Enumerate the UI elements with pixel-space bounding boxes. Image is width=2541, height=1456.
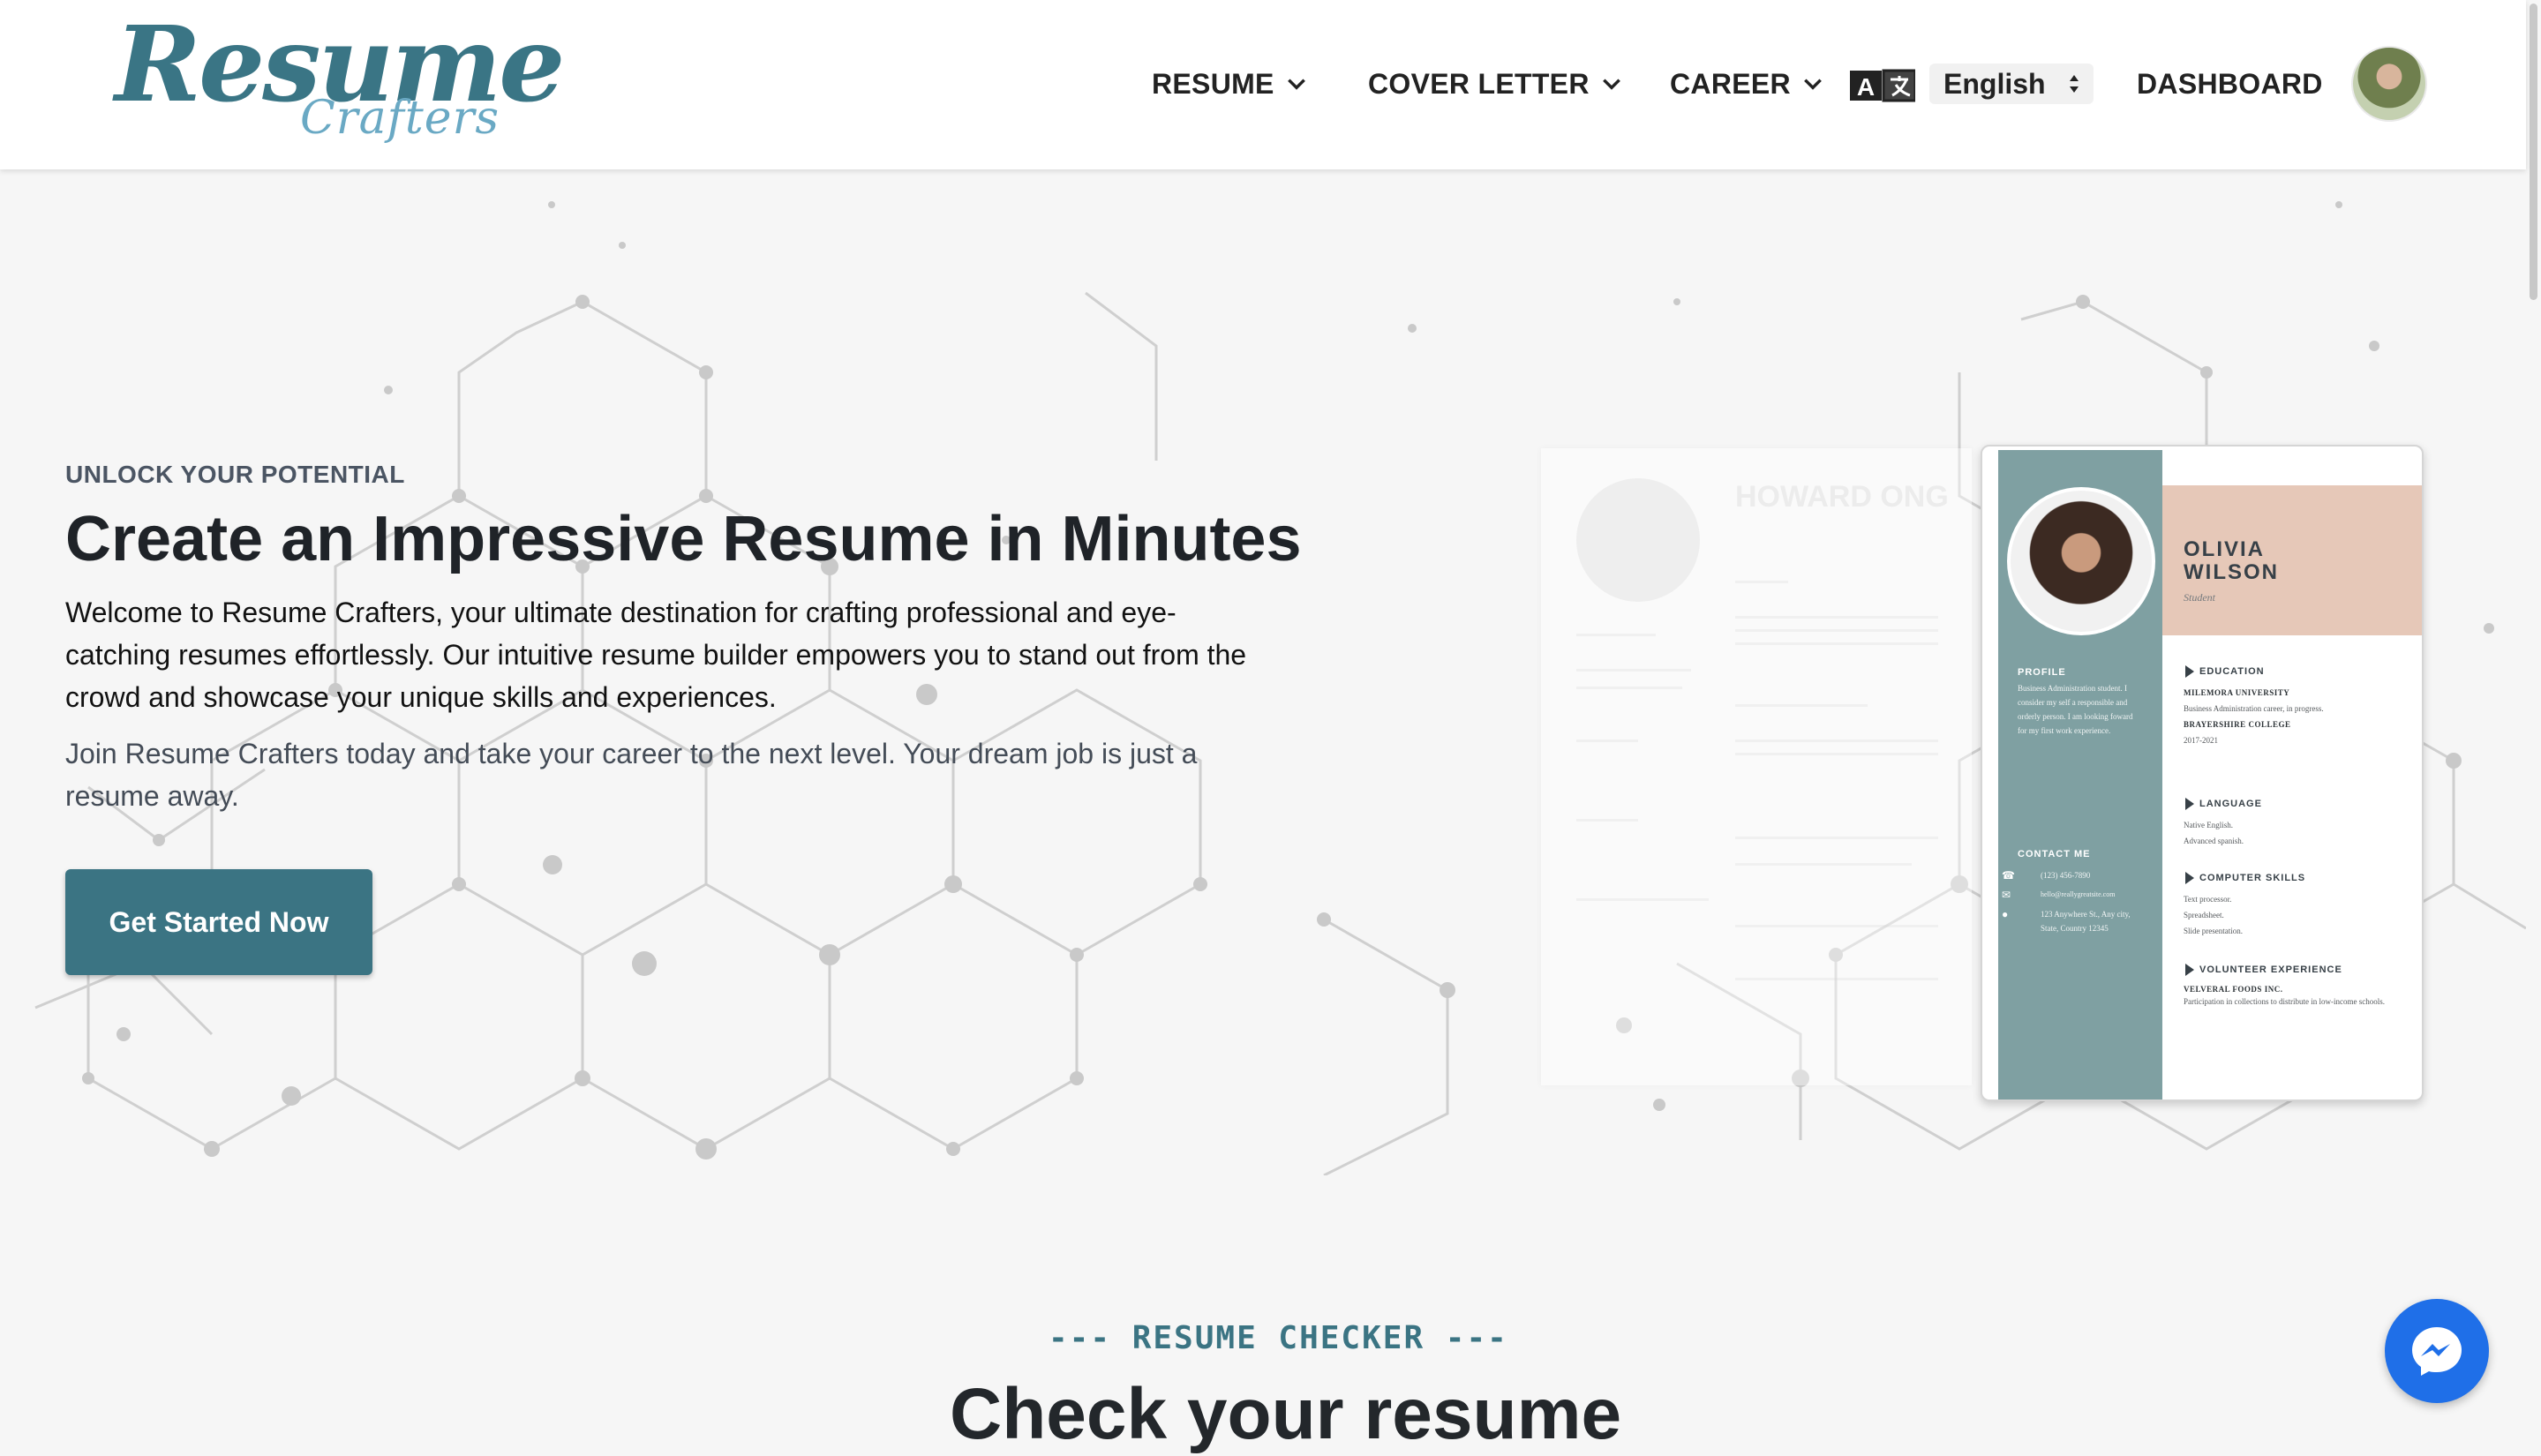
ghost-line: [1735, 925, 1938, 927]
resume-phone: (123) 456-7890: [2041, 871, 2091, 880]
resume-profile-text: Business Administration student. I consi…: [2018, 684, 2133, 735]
ghost-line: [1735, 837, 1938, 839]
ghost-line: [1576, 739, 1638, 742]
resume-education-heading: EDUCATION: [2185, 665, 2265, 678]
hero-intro-paragraph: Welcome to Resume Crafters, your ultimat…: [65, 597, 1247, 713]
resume-checker-title: Check your resume: [950, 1374, 1622, 1454]
ghost-line: [1735, 629, 1938, 632]
ghost-line: [1735, 753, 1938, 755]
chevron-down-icon: [1287, 79, 1305, 90]
ghost-line: [1735, 642, 1938, 645]
resume-checker-label: --- RESUME CHECKER ---: [1049, 1320, 1508, 1356]
mail-icon: ✉: [2002, 889, 2011, 901]
language-select-value: English: [1943, 67, 2046, 100]
resume-contact-heading: CONTACT ME: [2018, 849, 2091, 859]
translate-icon: A: [1850, 69, 1915, 102]
resume-email: hello@reallygreatsite.com: [2041, 890, 2116, 898]
hero-eyebrow: UNLOCK YOUR POTENTIAL: [65, 461, 405, 488]
ghost-line: [1735, 616, 1938, 619]
svg-text:A: A: [1857, 73, 1875, 101]
resume-edu2-years: 2017-2021: [2184, 736, 2218, 745]
resume-volunteer-heading: VOLUNTEER EXPERIENCE: [2185, 964, 2342, 976]
select-arrows-icon: [2070, 75, 2079, 93]
ghost-line: [1576, 669, 1691, 672]
ghost-line: [1735, 978, 1938, 980]
resume-skills-heading: COMPUTER SKILLS: [2185, 872, 2305, 884]
ghost-line: [1576, 819, 1638, 822]
hero-secondary-paragraph: Join Resume Crafters today and take your…: [65, 738, 1198, 812]
nav-career-label: CAREER: [1670, 67, 1791, 100]
resume-volunteer-block: VELVERAL FOODS INC. Participation in col…: [2184, 985, 2385, 1006]
nav-resume[interactable]: RESUME: [1152, 64, 1308, 104]
resume-address: 123 Anywhere St., Any city, State, Count…: [2041, 910, 2131, 933]
chevron-down-icon: [1804, 79, 1822, 90]
ghost-line: [1735, 581, 1788, 583]
get-started-button[interactable]: Get Started Now: [65, 869, 372, 975]
ghost-resume-name: HOWARD ONG: [1735, 480, 1949, 514]
ghost-line: [1735, 863, 1912, 866]
ghost-line: [1576, 687, 1682, 689]
nav-dashboard[interactable]: DASHBOARD: [2137, 64, 2323, 104]
resume-language-block: Native English. Advanced spanish.: [2184, 821, 2244, 845]
background-resume-preview: HOWARD ONG: [1541, 448, 1972, 1085]
logo[interactable]: Resume Crafters: [115, 7, 565, 148]
scrollbar-thumb[interactable]: [2530, 4, 2537, 300]
resume-skills-block: Text processor. Spreadsheet. Slide prese…: [2184, 895, 2243, 935]
resume-last-name: WILSON: [2184, 560, 2279, 584]
ghost-line: [1576, 634, 1656, 636]
resume-profile-heading: PROFILE: [2018, 667, 2066, 678]
phone-icon: ☎: [2002, 869, 2015, 882]
ghost-line: [1735, 704, 1868, 707]
resume-edu2-school: BRAYERSHIRE COLLEGE: [2184, 720, 2291, 729]
messenger-icon: [2412, 1327, 2462, 1376]
resume-education-block: MILEMORA UNIVERSITY Business Administrat…: [2184, 685, 2404, 748]
site-header: Resume Crafters RESUME COVER LETTER CARE…: [0, 0, 2526, 169]
nav-career[interactable]: CAREER: [1670, 64, 1824, 104]
ghost-line: [1735, 739, 1938, 742]
resume-edu1-desc: Business Administration career, in progr…: [2184, 704, 2324, 713]
chevron-down-icon: [1602, 79, 1620, 90]
resume-first-name: OLIVIA: [2184, 537, 2266, 561]
resume-template-preview[interactable]: OLIVIA WILSON Student PROFILE Business A…: [1981, 445, 2424, 1101]
user-avatar[interactable]: [2351, 46, 2427, 122]
nav-dashboard-label: DASHBOARD: [2137, 67, 2323, 100]
resume-role: Student: [2184, 591, 2215, 604]
messenger-chat-button[interactable]: [2385, 1299, 2489, 1403]
resume-edu1-school: MILEMORA UNIVERSITY: [2184, 688, 2290, 697]
ghost-line: [1576, 898, 1709, 901]
nav-resume-label: RESUME: [1152, 67, 1274, 100]
resume-name: OLIVIA WILSON: [2184, 538, 2279, 584]
location-icon: ●: [2002, 908, 2009, 920]
resume-photo: [2007, 487, 2155, 635]
logo-sub-text: Crafters: [300, 92, 500, 145]
resume-language-heading: LANGUAGE: [2185, 798, 2262, 810]
language-select[interactable]: English: [1929, 64, 2094, 104]
hero-title: Create an Impressive Resume in Minutes: [65, 504, 1302, 574]
ghost-resume-photo: [1576, 478, 1700, 602]
nav-cover-letter-label: COVER LETTER: [1368, 67, 1590, 100]
nav-cover-letter[interactable]: COVER LETTER: [1368, 64, 1623, 104]
